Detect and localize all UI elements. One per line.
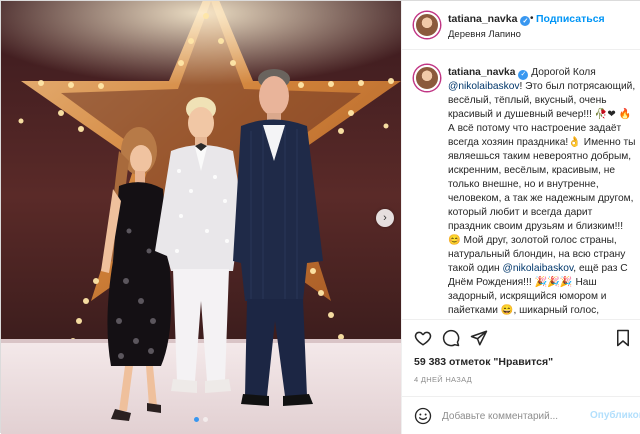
location-link[interactable]: Деревня Лапино bbox=[448, 29, 521, 40]
caption-username[interactable]: tatiana_navka bbox=[448, 67, 515, 78]
carousel-next-button[interactable]: › bbox=[376, 209, 394, 227]
mention-link[interactable]: @nikolaibaskov bbox=[448, 81, 520, 92]
action-bar bbox=[402, 319, 640, 357]
caption-fragment: Именно ты являешься таким невероятно доб… bbox=[448, 137, 636, 232]
caption-fragment: Дорогой Коля bbox=[531, 67, 596, 78]
bookmark-icon[interactable] bbox=[614, 329, 632, 347]
header-separator: • bbox=[530, 13, 534, 24]
publish-button[interactable]: Опубликовать bbox=[590, 410, 640, 421]
follow-button[interactable]: Подписаться bbox=[536, 13, 605, 25]
carousel-dots bbox=[1, 417, 401, 422]
mention-link[interactable]: @nikolaibaskov bbox=[503, 263, 574, 274]
smile-emoji: 😊 bbox=[448, 235, 461, 246]
carousel-dot bbox=[194, 417, 199, 422]
verified-badge-icon: ✓ bbox=[518, 70, 529, 80]
laugh-emoji: 😄 bbox=[500, 305, 514, 316]
post-photo[interactable]: › bbox=[1, 1, 401, 434]
ok-hand-emoji: 👌 bbox=[568, 137, 581, 148]
comment-icon[interactable] bbox=[442, 329, 460, 347]
heart-icon[interactable] bbox=[414, 329, 432, 347]
post-header: tatiana_navka ✓ • Подписаться Деревня Лап… bbox=[402, 1, 640, 50]
username-link[interactable]: tatiana_navka ✓ bbox=[448, 13, 531, 26]
fire-emoji: 🔥 bbox=[618, 109, 632, 120]
photo-illustration bbox=[1, 1, 401, 434]
party-emoji: 🎉🎉🎉 bbox=[534, 277, 573, 288]
comment-box: Опубликовать bbox=[402, 396, 640, 434]
caption-text: tatiana_navka ✓ Дорогой Коля @nikolaibask… bbox=[448, 66, 636, 319]
caption: tatiana_navka ✓ Дорогой Коля @nikolaibask… bbox=[402, 51, 640, 319]
emoji-icon[interactable] bbox=[414, 407, 432, 425]
avatar[interactable] bbox=[414, 12, 440, 38]
post-side-panel: tatiana_navka ✓ • Подписаться Деревня Лап… bbox=[401, 1, 640, 434]
likes-count[interactable]: 59 383 отметок "Нравится" bbox=[414, 356, 553, 368]
instagram-post: › tatiana_navka ✓ • Подписаться Деревня Л… bbox=[0, 0, 640, 434]
rose-heart-emoji: 🥀❤ bbox=[594, 109, 616, 120]
post-timestamp[interactable]: 4 ДНЕЙ НАЗАД bbox=[414, 375, 472, 384]
username-text: tatiana_navka bbox=[448, 13, 518, 25]
comment-input[interactable] bbox=[442, 407, 582, 425]
share-icon[interactable] bbox=[470, 329, 488, 347]
verified-badge-icon: ✓ bbox=[520, 16, 531, 26]
carousel-dot bbox=[203, 417, 208, 422]
chevron-right-icon: › bbox=[383, 212, 387, 224]
avatar[interactable] bbox=[414, 65, 440, 91]
